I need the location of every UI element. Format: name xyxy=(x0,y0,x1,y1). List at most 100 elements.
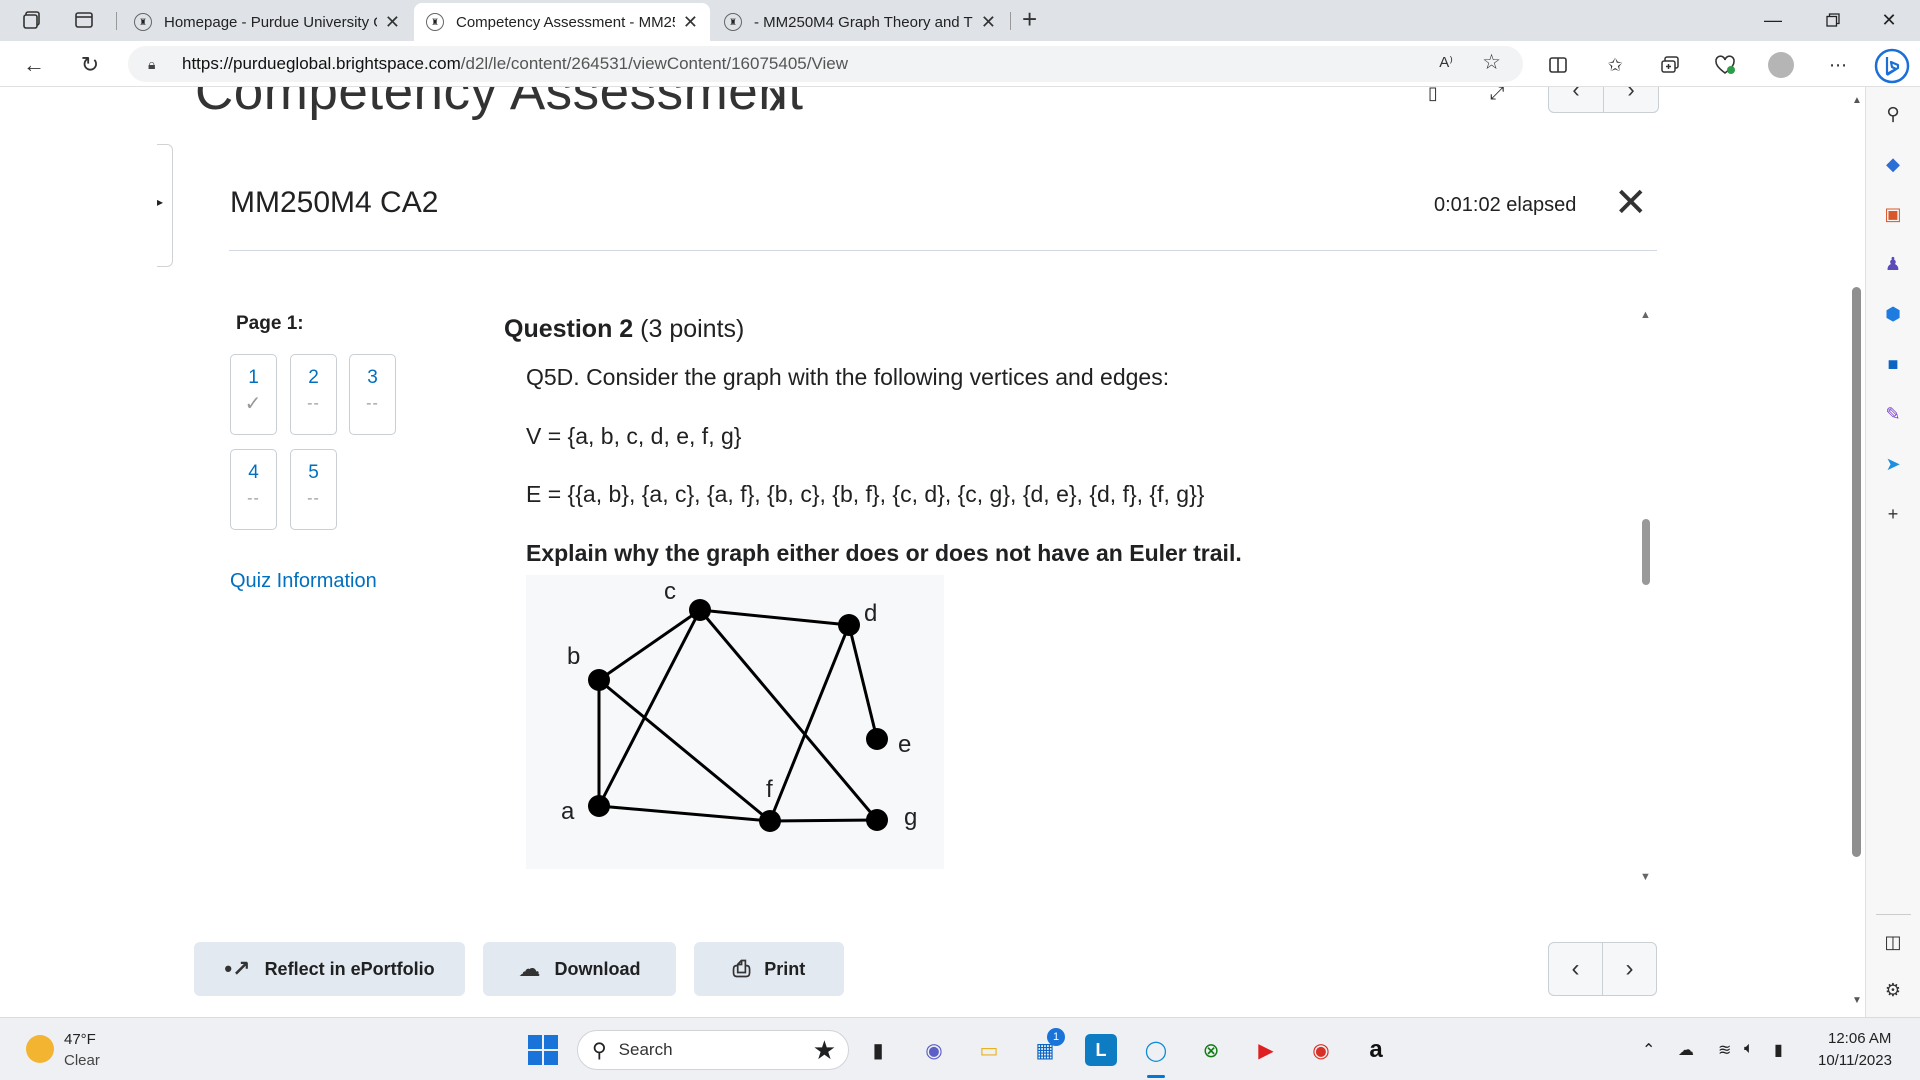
question-status: -- xyxy=(247,490,260,507)
back-arrow-icon[interactable]: ← xyxy=(18,49,50,81)
wifi-icon[interactable]: ≋ xyxy=(1718,1040,1731,1060)
vertex-label-c: c xyxy=(664,578,676,605)
scroll-up-icon[interactable]: ▲ xyxy=(1852,95,1862,106)
settings-gear-icon[interactable]: ⚙ xyxy=(1880,977,1906,1003)
scroll-down-icon[interactable]: ▼ xyxy=(1852,995,1862,1006)
previous-topic-icon[interactable]: ‹ xyxy=(1549,943,1602,995)
tab-graph-theory[interactable]: ♜ - MM250M4 Graph Theory and T ✕ xyxy=(712,3,1008,41)
launcher-l-icon[interactable]: L xyxy=(1085,1034,1117,1066)
weather-moon-icon[interactable] xyxy=(26,1035,54,1063)
games-icon[interactable]: ♟ xyxy=(1880,251,1906,277)
weather-temperature[interactable]: 47°F xyxy=(64,1031,96,1048)
minimize-button[interactable]: — xyxy=(1750,6,1796,34)
cloud-download-icon: ☁ xyxy=(518,956,541,981)
vertex-label-a: a xyxy=(561,798,575,825)
question-nav-1[interactable]: 1 ✓ xyxy=(230,354,277,435)
volume-icon[interactable]: 🔈︎ xyxy=(1744,1040,1754,1058)
tab-actions-icon[interactable] xyxy=(68,6,100,34)
sidebar-divider xyxy=(1876,914,1911,915)
scroll-down-icon[interactable]: ▼ xyxy=(1640,871,1651,883)
scrollbar-thumb[interactable] xyxy=(1852,287,1861,857)
tab-title: - MM250M4 Graph Theory and T xyxy=(754,13,973,31)
refresh-icon[interactable]: ↻ xyxy=(74,49,106,81)
restore-button[interactable] xyxy=(1810,6,1856,34)
next-topic-icon[interactable]: › xyxy=(1602,943,1656,995)
edge-browser-icon[interactable]: ◯ xyxy=(1140,1034,1172,1066)
close-quiz-icon[interactable]: ✕ xyxy=(1614,183,1648,223)
fullscreen-icon[interactable]: ⤢ xyxy=(1490,87,1504,104)
microsoft365-icon[interactable]: ⬢ xyxy=(1880,301,1906,327)
file-explorer-icon[interactable]: ▭ xyxy=(973,1034,1005,1066)
clock-time[interactable]: 12:06 AM xyxy=(1828,1030,1891,1047)
profile-avatar[interactable] xyxy=(1766,51,1796,79)
question-nav-4[interactable]: 4 -- xyxy=(230,449,277,530)
tray-overflow-icon[interactable]: ⌃ xyxy=(1642,1040,1655,1060)
chrome-icon[interactable]: ◉ xyxy=(1305,1034,1337,1066)
tab-title: Competency Assessment - MM25 xyxy=(456,13,675,31)
split-screen-icon[interactable] xyxy=(1543,51,1573,79)
next-topic-button[interactable]: › xyxy=(1603,87,1659,113)
favorite-star-icon[interactable]: ☆ xyxy=(1482,50,1501,75)
close-window-button[interactable]: ✕ xyxy=(1866,6,1912,34)
microsoft-store-icon[interactable]: ▦ 1 xyxy=(1029,1028,1065,1066)
workspaces-icon[interactable] xyxy=(16,6,48,34)
taskbar-search[interactable]: ⚲ Search ★ xyxy=(577,1030,849,1070)
close-tab-icon[interactable]: ✕ xyxy=(385,12,400,33)
question-number: 5 xyxy=(308,462,319,483)
weather-condition[interactable]: Clear xyxy=(64,1052,100,1069)
search-icon: ⚲ xyxy=(592,1039,607,1062)
bookmark-icon[interactable]: ▯ xyxy=(1428,87,1438,104)
download-button[interactable]: ☁ Download xyxy=(483,942,676,996)
chevron-down-icon[interactable]: ❯ xyxy=(766,87,784,111)
read-aloud-icon[interactable]: A⁾ xyxy=(1439,53,1453,71)
more-options-icon[interactable]: ⋯ xyxy=(1823,51,1853,79)
outlook-icon[interactable]: ■ xyxy=(1880,351,1906,377)
question-nav-3[interactable]: 3 -- xyxy=(349,354,396,435)
question-nav-2[interactable]: 2 -- xyxy=(290,354,337,435)
favorites-icon[interactable]: ✩ xyxy=(1600,51,1630,79)
bing-copilot-icon[interactable] xyxy=(1872,47,1912,85)
scroll-up-icon[interactable]: ▲ xyxy=(1640,309,1651,321)
xbox-icon[interactable]: ⊗ xyxy=(1195,1034,1227,1066)
add-sidebar-app-icon[interactable]: + xyxy=(1880,501,1906,527)
url-field[interactable]: 🔒︎ https://purdueglobal.brightspace.com/… xyxy=(128,46,1523,82)
hide-sidebar-icon[interactable]: ◫ xyxy=(1880,929,1906,955)
onedrive-error-icon[interactable]: ☁ xyxy=(1678,1040,1694,1060)
lock-icon: 🔒︎ xyxy=(148,55,156,72)
browser-scrollbar[interactable]: ▲ ▼ xyxy=(1848,87,1865,1017)
windows-start-icon[interactable] xyxy=(528,1035,558,1065)
new-tab-button[interactable]: + xyxy=(1022,4,1037,35)
reflect-eportfolio-button[interactable]: •↗ Reflect in ePortfolio xyxy=(194,942,465,996)
amazon-icon[interactable]: a xyxy=(1360,1034,1392,1066)
header-divider xyxy=(229,250,1657,251)
quiz-information-link[interactable]: Quiz Information xyxy=(230,570,377,593)
tools-icon[interactable]: ▣ xyxy=(1880,201,1906,227)
url-text: https://purdueglobal.brightspace.com/d2l… xyxy=(182,54,848,73)
question-scrollbar[interactable]: ▲ ▼ xyxy=(1640,309,1652,883)
page-label: Page 1: xyxy=(236,313,304,334)
side-drawer-toggle[interactable]: ▸ xyxy=(157,144,173,267)
designer-icon[interactable]: ✎ xyxy=(1880,401,1906,427)
scrollbar-thumb[interactable] xyxy=(1642,519,1650,585)
clock-date[interactable]: 10/11/2023 xyxy=(1818,1052,1892,1069)
question-nav-5[interactable]: 5 -- xyxy=(290,449,337,530)
question-number: 4 xyxy=(248,462,259,483)
task-view-icon[interactable]: ▮ xyxy=(862,1034,894,1066)
close-tab-icon[interactable]: ✕ xyxy=(981,12,996,33)
search-icon[interactable]: ⚲ xyxy=(1880,101,1906,127)
battery-icon[interactable]: ▮ xyxy=(1774,1040,1783,1060)
send-icon[interactable]: ➤ xyxy=(1880,451,1906,477)
vertex-label-d: d xyxy=(864,600,877,627)
youtube-icon[interactable]: ▶ xyxy=(1250,1034,1282,1066)
question-number: 2 xyxy=(308,367,319,388)
collections-icon[interactable] xyxy=(1655,51,1685,79)
notification-badge: 1 xyxy=(1047,1028,1065,1046)
browser-essentials-icon[interactable] xyxy=(1710,51,1740,79)
shopping-tag-icon[interactable]: ◆ xyxy=(1880,151,1906,177)
previous-topic-button[interactable]: ‹ xyxy=(1548,87,1604,113)
tab-homepage[interactable]: ♜ Homepage - Purdue University G ✕ xyxy=(122,3,412,41)
close-tab-icon[interactable]: ✕ xyxy=(683,12,698,33)
teams-chat-icon[interactable]: ◉ xyxy=(918,1034,950,1066)
tab-competency-assessment[interactable]: ♜ Competency Assessment - MM25 ✕ xyxy=(414,3,710,41)
print-button[interactable]: ⎙ Print xyxy=(694,942,844,996)
